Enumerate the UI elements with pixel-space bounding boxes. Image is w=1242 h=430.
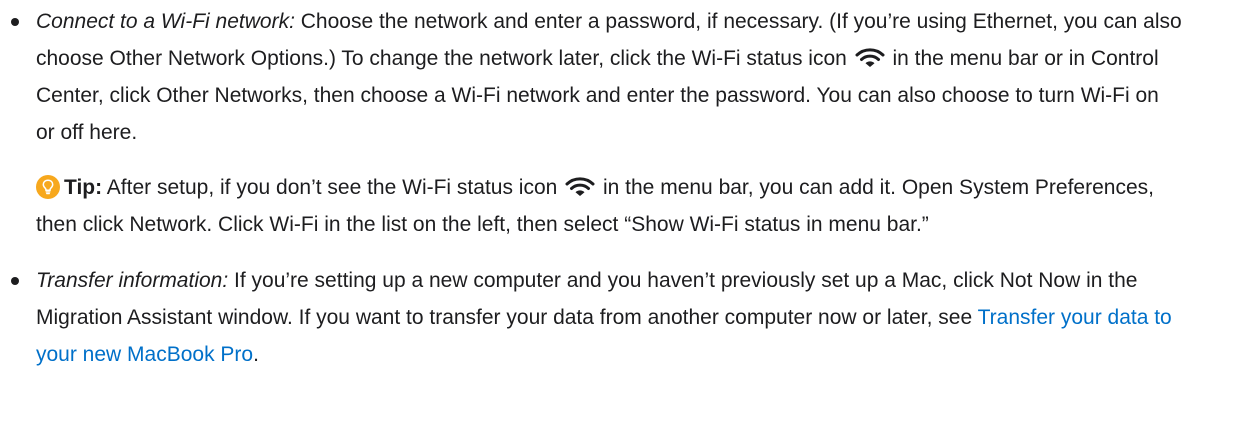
tip-text-part1: After setup, if you don’t see the Wi-Fi … — [102, 176, 564, 199]
item-lead-wifi: Connect to a Wi-Fi network: — [36, 10, 295, 33]
list-item-transfer: Transfer information: If you’re setting … — [0, 262, 1242, 373]
wifi-icon — [855, 48, 885, 67]
bullet-dot — [11, 277, 19, 285]
item-lead-transfer: Transfer information: — [36, 269, 229, 292]
tip-label: Tip: — [64, 176, 103, 199]
wifi-icon — [565, 177, 595, 196]
lightbulb-icon — [36, 175, 60, 199]
tip-callout: Tip: After setup, if you don’t see the W… — [0, 169, 1242, 243]
help-article: Connect to a Wi-Fi network: Choose the n… — [0, 0, 1242, 430]
bullet-dot — [11, 18, 19, 26]
item-text-transfer-part2: . — [253, 343, 259, 366]
list-item-wifi: Connect to a Wi-Fi network: Choose the n… — [0, 3, 1242, 151]
